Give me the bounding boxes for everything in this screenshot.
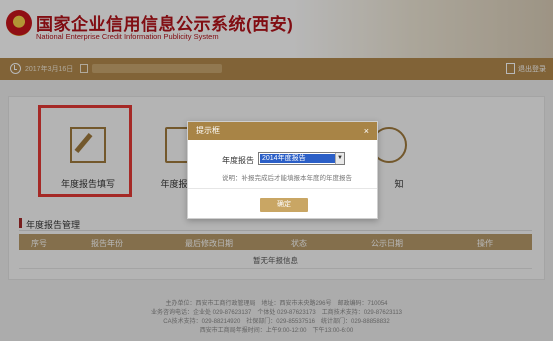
- dialog-note: 说明：补报完成后才能填报本年度的年度报告: [222, 175, 352, 182]
- confirm-button[interactable]: 确定: [260, 198, 308, 212]
- dialog-header: 提示框 ×: [188, 122, 377, 140]
- close-icon[interactable]: ×: [364, 122, 369, 140]
- year-select-value: 2014年度报告: [260, 154, 336, 163]
- dialog-title: 提示框: [196, 126, 220, 135]
- prompt-dialog: 提示框 × 年度报告 2014年度报告 ▼ 说明：补报完成后才能填报本年度的年度…: [187, 121, 378, 219]
- dialog-divider: [188, 188, 377, 189]
- year-label: 年度报告: [222, 156, 254, 165]
- chevron-down-icon[interactable]: ▼: [335, 153, 344, 164]
- year-select[interactable]: 2014年度报告 ▼: [258, 152, 345, 165]
